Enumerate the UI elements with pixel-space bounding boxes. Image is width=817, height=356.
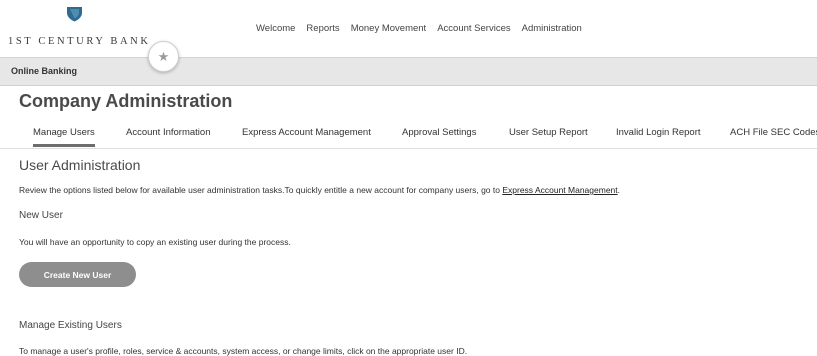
top-header: 1st Century Bank Welcome Reports Money M… (0, 0, 817, 58)
tab-user-setup-report[interactable]: User Setup Report (509, 127, 588, 138)
tab-approval-settings[interactable]: Approval Settings (402, 127, 476, 138)
page-title: Company Administration (19, 91, 233, 111)
tab-manage-users[interactable]: Manage Users (33, 127, 95, 147)
tab-invalid-login-report[interactable]: Invalid Login Report (616, 127, 701, 138)
tab-bar: Manage Users Account Information Express… (0, 120, 817, 149)
nav-account-services[interactable]: Account Services (437, 23, 510, 34)
tab-account-information[interactable]: Account Information (126, 127, 211, 138)
bank-logo-text: 1st Century Bank (8, 36, 151, 47)
section-title: User Administration (19, 157, 141, 173)
intro-text: Review the options listed below for avai… (19, 185, 620, 195)
shield-icon (67, 7, 82, 22)
manage-existing-heading: Manage Existing Users (19, 320, 122, 331)
new-user-description: You will have an opportunity to copy an … (19, 237, 291, 247)
new-user-heading: New User (19, 210, 63, 221)
main-nav: Welcome Reports Money Movement Account S… (256, 23, 593, 34)
breadcrumb-label: Online Banking (11, 66, 78, 76)
star-icon[interactable]: ★ (148, 41, 179, 72)
create-new-user-button[interactable]: Create New User (19, 262, 136, 287)
breadcrumb: Online Banking (0, 58, 817, 86)
nav-reports[interactable]: Reports (306, 23, 339, 34)
nav-administration[interactable]: Administration (522, 23, 582, 34)
nav-welcome[interactable]: Welcome (256, 23, 295, 34)
nav-money-movement[interactable]: Money Movement (351, 23, 427, 34)
intro-text-body: Review the options listed below for avai… (19, 185, 500, 195)
tab-ach-file-sec-codes[interactable]: ACH File SEC Codes (730, 127, 817, 138)
tab-express-account-management[interactable]: Express Account Management (242, 127, 371, 138)
express-account-management-link[interactable]: Express Account Management (502, 185, 617, 195)
intro-text-end: . (617, 185, 621, 195)
